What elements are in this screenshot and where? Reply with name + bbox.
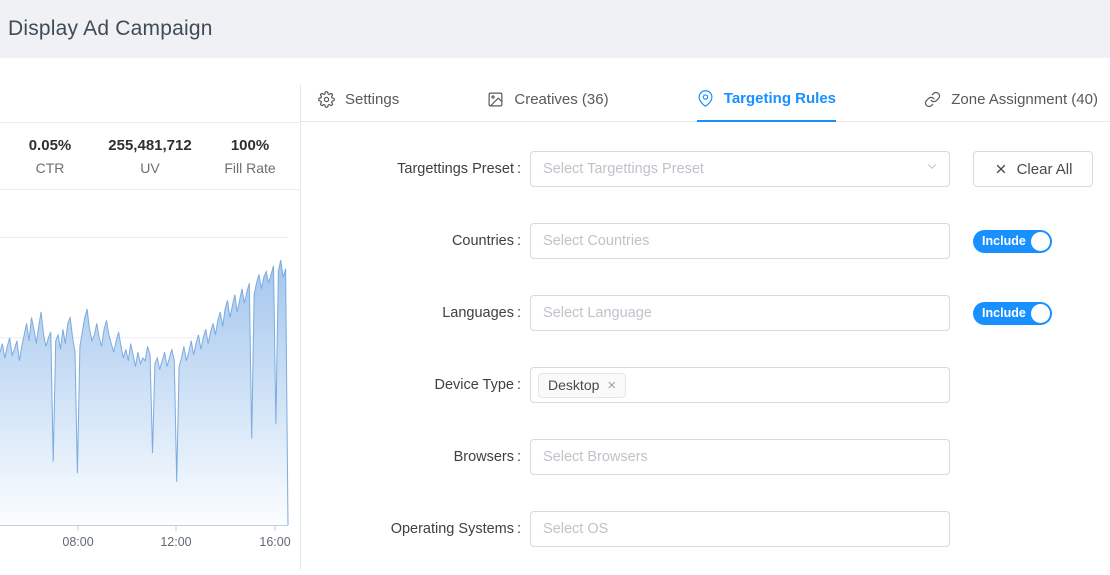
tab-targeting-rules[interactable]: Targeting Rules	[696, 90, 837, 122]
x-tick-label: 12:00	[160, 535, 191, 549]
stat-uv: 255,481,712 UV	[100, 137, 200, 176]
countries-include-toggle[interactable]: Include	[973, 229, 1053, 253]
targeting-rules-form: Targettings Preset : Clear All Countries…	[301, 122, 1110, 547]
form-row-languages: Languages : Include	[301, 295, 1110, 331]
stat-ctr: 0.05% CTR	[0, 137, 100, 176]
stat-value: 0.05%	[28, 136, 72, 154]
chart-x-ticks: 08:00 12:00 16:00	[62, 525, 291, 549]
languages-select[interactable]	[530, 295, 951, 331]
page-title: Display Ad Campaign	[8, 17, 213, 40]
field-label: Device Type	[434, 377, 514, 393]
tab-zone-assignment[interactable]: Zone Assignment (40)	[924, 91, 1098, 121]
field-colon: :	[517, 449, 522, 465]
device-type-select[interactable]: Desktop ×	[530, 367, 951, 403]
traffic-area-chart: 08:00 12:00 16:00	[0, 237, 300, 570]
link-icon	[924, 91, 941, 108]
countries-select[interactable]	[530, 223, 951, 259]
campaign-detail-panel: Settings Creatives (36) Targeting Rules …	[301, 58, 1110, 570]
tab-label: Creatives (36)	[514, 91, 609, 108]
browsers-select[interactable]	[530, 439, 951, 475]
tab-settings[interactable]: Settings	[318, 91, 399, 121]
form-row-countries: Countries : Include	[301, 223, 1110, 259]
toggle-knob	[1031, 231, 1051, 251]
form-row-browsers: Browsers :	[301, 439, 1110, 475]
tab-label: Zone Assignment (40)	[951, 91, 1098, 108]
device-tag-desktop: Desktop ×	[538, 372, 627, 398]
map-pin-icon	[697, 90, 714, 107]
field-label: Operating Systems	[390, 521, 514, 537]
toggle-label: Include	[982, 306, 1026, 320]
targetings-preset-select[interactable]	[530, 151, 951, 187]
clear-all-button[interactable]: Clear All	[973, 151, 1094, 187]
image-icon	[487, 91, 504, 108]
tag-remove-icon[interactable]: ×	[607, 378, 616, 393]
field-label: Targettings Preset	[397, 161, 514, 177]
field-label: Languages	[442, 305, 514, 321]
toggle-knob	[1031, 303, 1051, 323]
form-row-targetings-preset: Targettings Preset : Clear All	[301, 151, 1110, 187]
field-colon: :	[517, 377, 522, 393]
field-label: Countries	[451, 233, 514, 249]
stat-value: 100%	[230, 136, 270, 154]
field-colon: :	[517, 521, 522, 537]
languages-include-toggle[interactable]: Include	[973, 301, 1053, 325]
field-colon: :	[517, 161, 522, 177]
clear-all-label: Clear All	[1016, 160, 1073, 178]
tab-bar: Settings Creatives (36) Targeting Rules …	[301, 90, 1110, 122]
form-row-device-type: Device Type : Desktop ×	[301, 367, 1110, 403]
x-tick-label: 16:00	[259, 535, 290, 549]
field-label: Browsers	[453, 449, 514, 465]
field-colon: :	[517, 305, 522, 321]
field-colon: :	[517, 233, 522, 249]
tab-creatives[interactable]: Creatives (36)	[487, 91, 609, 121]
tab-label: Targeting Rules	[723, 90, 837, 107]
stat-label: CTR	[35, 159, 65, 176]
stat-value: 255,481,712	[108, 136, 192, 154]
stats-bar: 0.05% CTR 255,481,712 UV 100% Fill Rate	[0, 122, 300, 190]
tab-label: Settings	[345, 91, 400, 108]
stat-label: UV	[140, 159, 160, 176]
x-tick-label: 08:00	[62, 535, 93, 549]
toggle-label: Include	[982, 234, 1026, 248]
page-header: Display Ad Campaign	[0, 0, 1110, 58]
chart-canvas: 08:00 12:00 16:00	[0, 237, 291, 549]
close-icon	[994, 162, 1008, 176]
operating-systems-select[interactable]	[530, 511, 951, 547]
form-row-operating-systems: Operating Systems :	[301, 511, 1110, 547]
stat-fill-rate: 100% Fill Rate	[200, 137, 300, 176]
stat-label: Fill Rate	[224, 159, 276, 176]
gear-icon	[318, 91, 335, 108]
tag-label: Desktop	[548, 377, 600, 393]
